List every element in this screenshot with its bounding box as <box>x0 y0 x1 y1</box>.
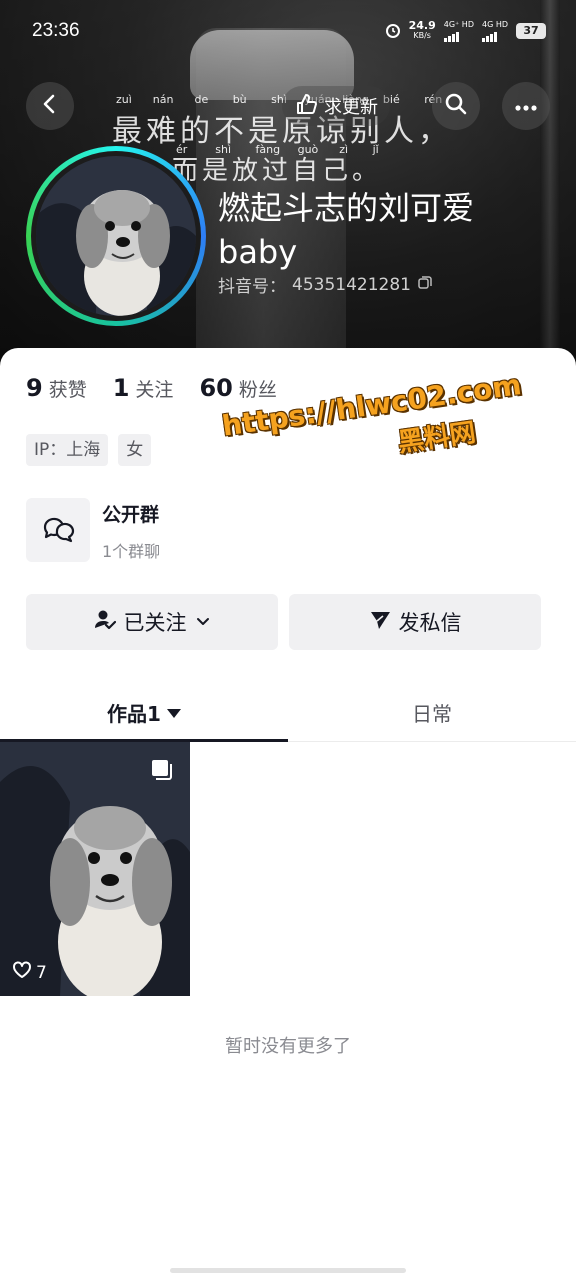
chevron-down-icon <box>195 610 211 634</box>
gender-tag: 女 <box>118 434 152 466</box>
work-likes-count: 7 <box>36 962 47 983</box>
content-tabs: 作品1 日常 <box>0 682 576 742</box>
public-group-entry[interactable]: 公开群 1个群聊 <box>26 498 546 562</box>
following-button[interactable]: 已关注 <box>26 594 278 650</box>
cell-signal-1: 4G⁺ HD <box>443 20 474 42</box>
group-subtitle: 1个群聊 <box>102 542 161 561</box>
request-update-label: 求更新 <box>324 97 378 118</box>
status-icons: 24.9 KB/s 4G⁺ HD 4G HD 37 <box>385 20 546 42</box>
avatar-dog-image <box>36 156 196 316</box>
user-check-icon <box>94 609 116 636</box>
following-label: 已关注 <box>123 611 187 635</box>
cover-quote-line-2: 而是放过自己。 <box>172 156 383 186</box>
group-chat-icon <box>26 498 90 562</box>
caret-down-icon <box>166 700 181 724</box>
network-speed: 24.9 KB/s <box>408 19 436 40</box>
heart-icon <box>12 961 32 984</box>
more-button[interactable] <box>502 82 550 130</box>
work-thumbnail[interactable]: 7 <box>0 742 190 996</box>
send-message-label: 发私信 <box>398 611 462 635</box>
profile-tags: IP：上海 女 <box>26 434 152 466</box>
tab-daily[interactable]: 日常 <box>288 682 576 742</box>
status-time: 23:36 <box>32 20 80 41</box>
search-button[interactable] <box>432 82 480 130</box>
multi-image-icon <box>150 758 174 786</box>
tab-works[interactable]: 作品1 <box>0 682 288 742</box>
group-title: 公开群 <box>102 504 160 526</box>
send-message-button[interactable]: 发私信 <box>289 594 541 650</box>
status-bar: 23:36 24.9 KB/s 4G⁺ HD 4G HD 37 <box>0 0 576 60</box>
more-dots-icon <box>514 97 538 116</box>
tab-daily-label: 日常 <box>412 701 452 726</box>
cell-signal-2: 4G HD <box>481 20 508 42</box>
chevron-left-icon <box>39 93 61 119</box>
no-more-content-text: 暂时没有更多了 <box>225 1036 351 1057</box>
thumbs-up-icon <box>294 92 318 121</box>
tab-works-label: 作品1 <box>107 701 161 726</box>
profile-nickname: 燃起斗志的刘可爱baby <box>218 189 475 271</box>
avatar[interactable] <box>26 146 206 326</box>
ip-location-tag: IP：上海 <box>26 434 109 466</box>
work-likes: 7 <box>12 961 47 984</box>
stat-following[interactable]: 1 关注 <box>113 374 174 402</box>
stat-likes[interactable]: 9 获赞 <box>26 374 87 402</box>
douyin-id-value: 45351421281 <box>292 274 411 295</box>
douyin-id-label: 抖音号： <box>218 277 286 297</box>
back-button[interactable] <box>26 82 74 130</box>
cover-quote-pinyin-1: zuì nán de bù shì yuán liàng bié rén <box>116 93 442 106</box>
alarm-icon <box>385 22 401 41</box>
copy-icon[interactable] <box>417 274 433 295</box>
profile-stats: 9 获赞 1 关注 60 粉丝 <box>26 374 277 402</box>
home-indicator[interactable] <box>170 1268 406 1273</box>
paper-plane-icon <box>369 609 391 636</box>
search-icon <box>444 92 468 120</box>
profile-panel: 9 获赞 1 关注 60 粉丝 IP：上海 女 公开群 1个群聊 已关注 发私信… <box>0 348 576 1280</box>
battery-indicator: 37 <box>516 23 546 39</box>
request-update-button[interactable]: 求更新 <box>282 86 390 126</box>
stat-followers[interactable]: 60 粉丝 <box>199 374 276 402</box>
douyin-id[interactable]: 抖音号： 45351421281 <box>218 272 433 297</box>
